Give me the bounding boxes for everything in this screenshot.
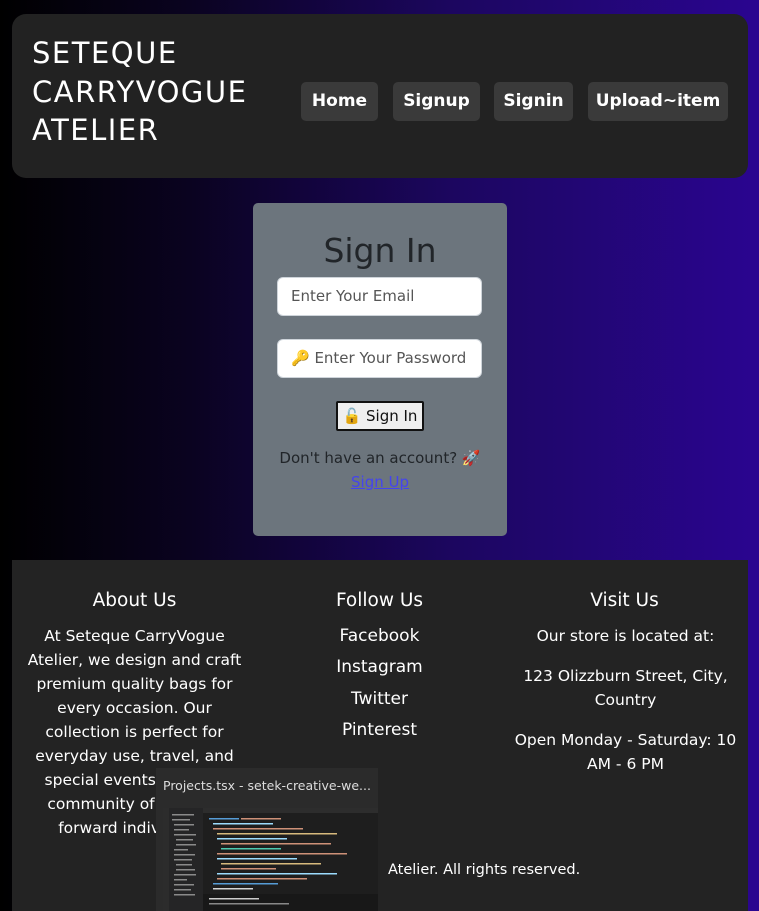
brand-line-1: SETEQUE [32, 36, 178, 70]
nav-upload-item-button[interactable]: Upload~item [588, 82, 728, 121]
store-address: 123 Olizzburn Street, City, Country [523, 667, 728, 709]
nav-signin-button[interactable]: Signin [494, 82, 573, 121]
signin-button[interactable]: 🔓 Sign In [336, 401, 424, 431]
instagram-link[interactable]: Instagram [257, 657, 502, 677]
copyright-text: Atelier. All rights reserved. [388, 862, 581, 878]
store-hours: Open Monday - Saturday: 10 AM - 6 PM [514, 731, 737, 773]
brand-logo-text[interactable]: SETEQUE CARRYVOGUE ATELIER [32, 34, 282, 150]
visit-us-heading: Visit Us [590, 590, 659, 611]
site-footer: About Us At Seteque CarryVogue Atelier, … [12, 560, 748, 911]
about-us-heading: About Us [92, 590, 177, 611]
email-input[interactable]: Enter Your Email [277, 277, 482, 316]
window-preview-title: Projects.tsx - setek-creative-we... [163, 778, 371, 793]
follow-us-heading: Follow Us [335, 590, 424, 611]
twitter-link[interactable]: Twitter [257, 689, 502, 709]
signup-link[interactable]: Sign Up [253, 473, 507, 491]
nav-home-button[interactable]: Home [301, 82, 378, 121]
brand-line-2: CARRYVOGUE [32, 74, 248, 109]
facebook-link[interactable]: Facebook [257, 626, 502, 646]
site-header: SETEQUE CARRYVOGUE ATELIER Home Signup S… [12, 14, 748, 178]
store-location-label: Our store is located at: [536, 627, 715, 645]
password-input[interactable]: 🔑 Enter Your Password [277, 339, 482, 378]
pinterest-link[interactable]: Pinterest [257, 720, 502, 740]
nav-signup-button[interactable]: Signup [393, 82, 480, 121]
signin-card: Sign In Enter Your Email 🔑 Enter Your Pa… [253, 203, 507, 536]
window-preview-thumbnail[interactable]: Projects.tsx - setek-creative-we... [156, 768, 378, 911]
editor-screenshot-thumbnail [163, 808, 378, 911]
signin-title: Sign In [323, 231, 437, 270]
no-account-text: Don't have an account? 🚀 [279, 449, 481, 467]
brand-line-3: ATELIER [32, 113, 160, 147]
code-editor-thumbnail-icon [163, 808, 378, 911]
